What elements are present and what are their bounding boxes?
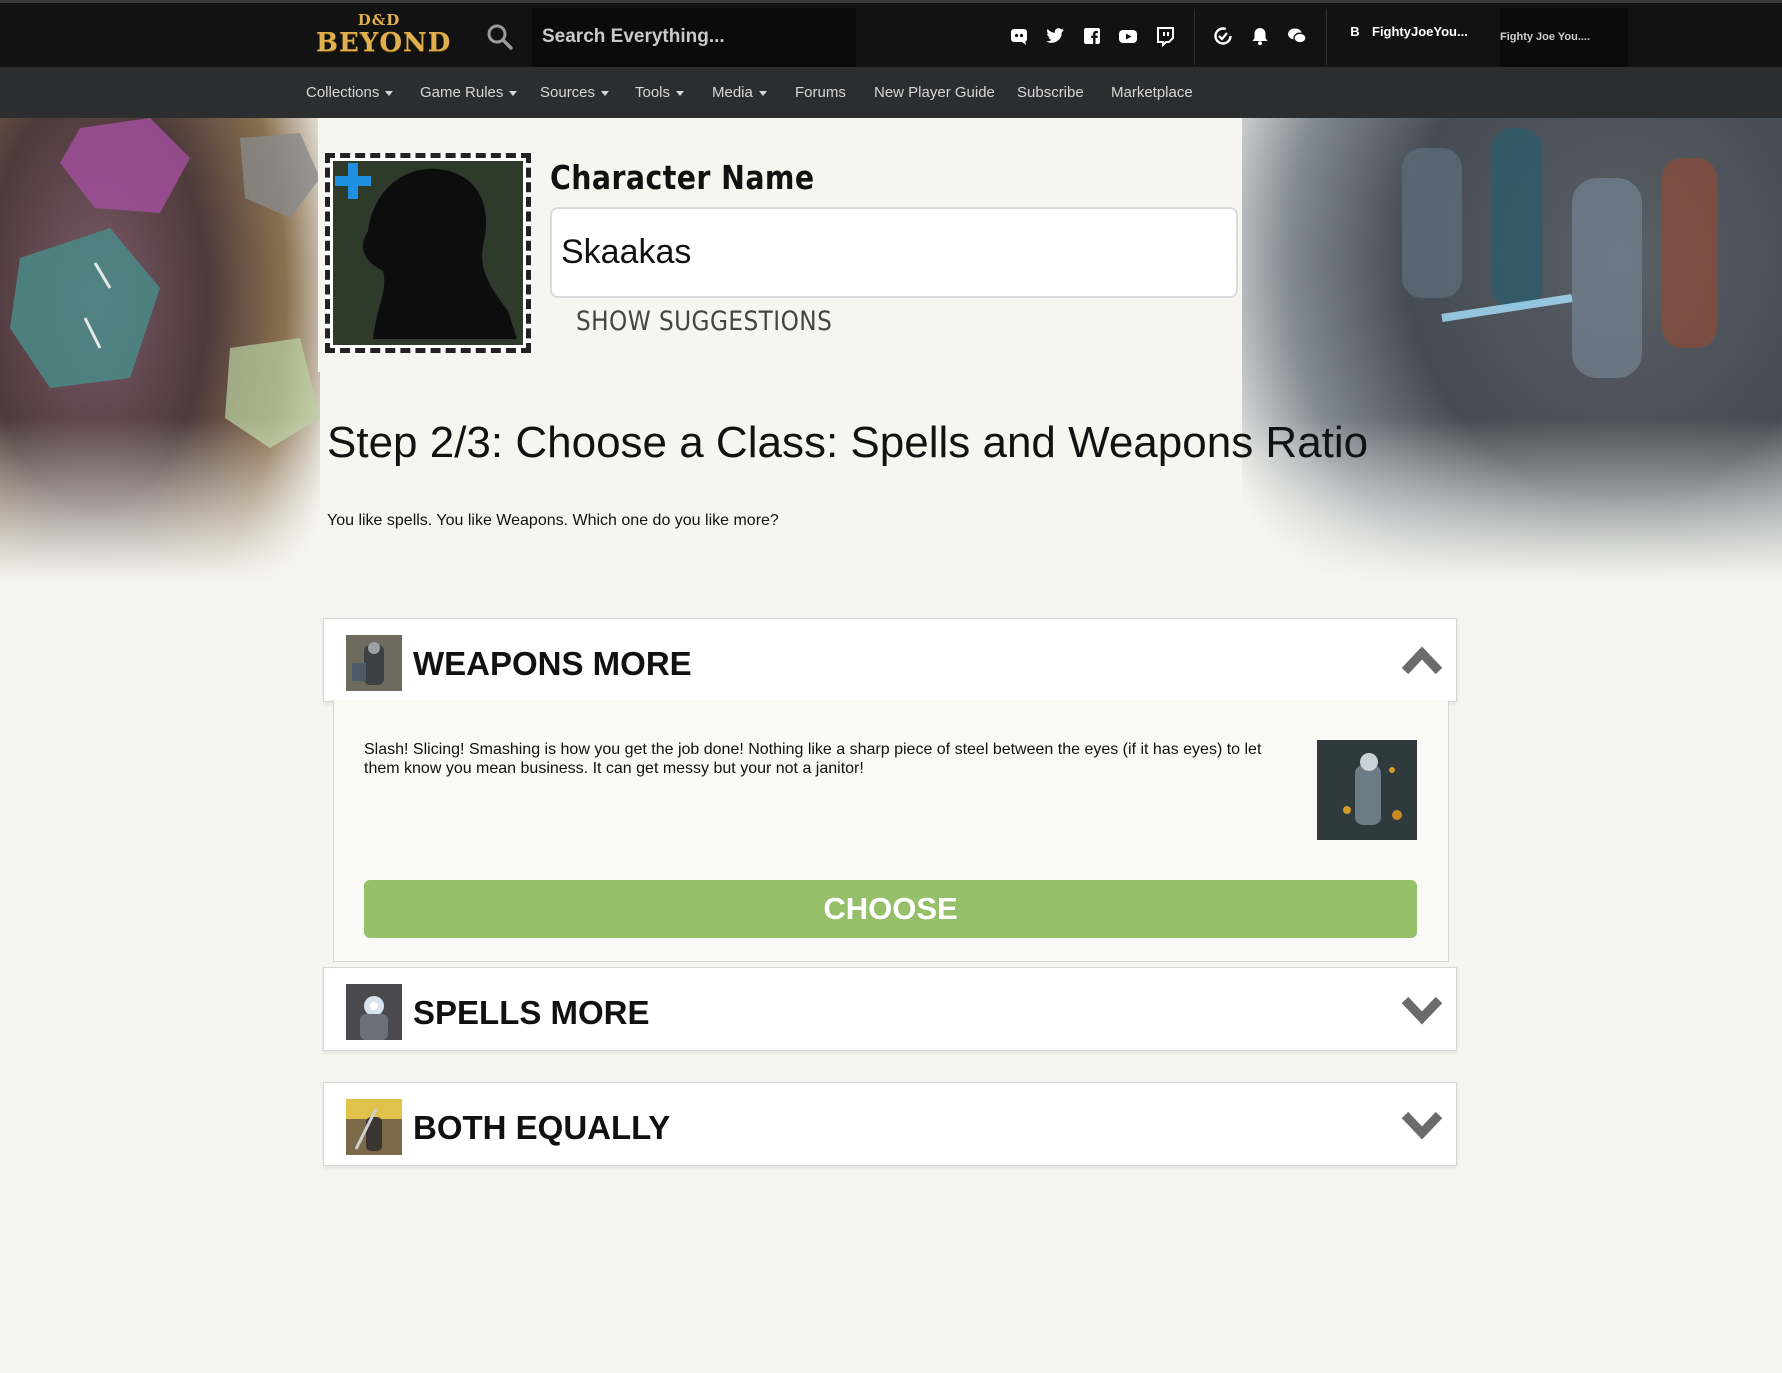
user-badge: B [1350,24,1360,39]
discord-icon[interactable] [1008,25,1030,47]
option-header[interactable]: BOTH EQUALLY [324,1083,1456,1165]
nav-sources[interactable]: Sources [540,84,610,101]
main-nav: Collections Game Rules Sources Tools Med… [0,67,1782,118]
bell-icon[interactable] [1249,25,1271,47]
spellsword-thumbnail [346,1099,402,1155]
nav-label: Media [712,84,753,101]
nav-label: Sources [540,84,596,101]
user-name: FightyJoeYou... [1372,24,1468,39]
character-name-input[interactable]: Skaakas [550,207,1238,298]
nav-label: Game Rules [420,84,504,101]
chevron-up-icon[interactable] [1401,643,1443,677]
choose-button[interactable]: CHOOSE [364,880,1417,938]
search-input[interactable]: Search Everything... [532,8,856,67]
option-header[interactable]: SPELLS MORE [324,968,1456,1050]
nav-tools[interactable]: Tools [635,84,685,101]
step-description: You like spells. You like Weapons. Which… [327,512,779,529]
warrior-thumbnail [346,635,402,691]
nav-marketplace[interactable]: Marketplace [1111,84,1193,101]
search-icon[interactable] [486,23,514,51]
option-title: BOTH EQUALLY [413,1109,671,1146]
header-divider [1194,9,1195,65]
user-account-menu[interactable]: Fighty Joe You.... [1500,8,1628,67]
logo-bottom-text: BEYOND [316,28,452,58]
top-bar: D&D BEYOND Search Everything... B FightyJ… [0,0,1782,67]
portrait-placeholder [333,161,523,345]
option-title: WEAPONS MORE [413,645,692,682]
option-weapons-more[interactable]: WEAPONS MORE [323,618,1457,702]
logo-top-text: D&D [357,11,401,29]
chevron-down-icon[interactable] [1401,1107,1443,1141]
show-suggestions-button[interactable]: SHOW SUGGESTIONS [576,306,832,337]
facebook-icon[interactable] [1081,25,1103,47]
caret-down-icon [509,90,518,96]
header-divider [1326,9,1327,65]
nav-label: Subscribe [1017,84,1084,101]
sync-icon[interactable] [1212,25,1234,47]
caret-down-icon [758,90,767,96]
twitter-icon[interactable] [1044,25,1066,47]
caret-down-icon [601,90,610,96]
plus-icon[interactable] [333,161,373,201]
step-title: Step 2/3: Choose a Class: Spells and Wea… [327,418,1369,467]
character-name-label: Character Name [550,158,815,197]
hero-background [0,118,1782,698]
nav-label: Marketplace [1111,84,1193,101]
chevron-down-icon[interactable] [1401,992,1443,1026]
youtube-icon[interactable] [1117,25,1139,47]
option-header[interactable]: WEAPONS MORE [324,619,1456,701]
nav-forums[interactable]: Forums [795,84,846,101]
twitch-icon[interactable] [1154,25,1176,47]
dnd-beyond-logo[interactable]: D&D BEYOND [316,11,452,59]
option-title: SPELLS MORE [413,994,650,1031]
option-both-equally[interactable]: BOTH EQUALLY [323,1082,1457,1166]
option-spells-more[interactable]: SPELLS MORE [323,967,1457,1051]
nav-new-player-guide[interactable]: New Player Guide [874,84,995,101]
nav-game-rules[interactable]: Game Rules [420,84,518,101]
nav-label: Tools [635,84,671,101]
option-description: Slash! Slicing! Smashing is how you get … [364,741,1262,777]
nav-media[interactable]: Media [712,84,767,101]
warrior-artwork [1317,740,1417,840]
caret-down-icon [676,90,685,96]
nav-label: Collections [306,84,380,101]
character-portrait-upload[interactable] [325,153,531,353]
nav-label: New Player Guide [874,84,995,101]
user-menu[interactable]: B FightyJoeYou... [1346,23,1468,41]
mage-thumbnail [346,984,402,1040]
user-name-secondary: Fighty Joe You.... [1500,31,1591,43]
nav-subscribe[interactable]: Subscribe [1017,84,1084,101]
nav-label: Forums [795,84,846,101]
chat-icon[interactable] [1286,25,1308,47]
caret-down-icon [385,90,394,96]
nav-collections[interactable]: Collections [306,84,394,101]
option-details-panel: Slash! Slicing! Smashing is how you get … [333,700,1449,962]
